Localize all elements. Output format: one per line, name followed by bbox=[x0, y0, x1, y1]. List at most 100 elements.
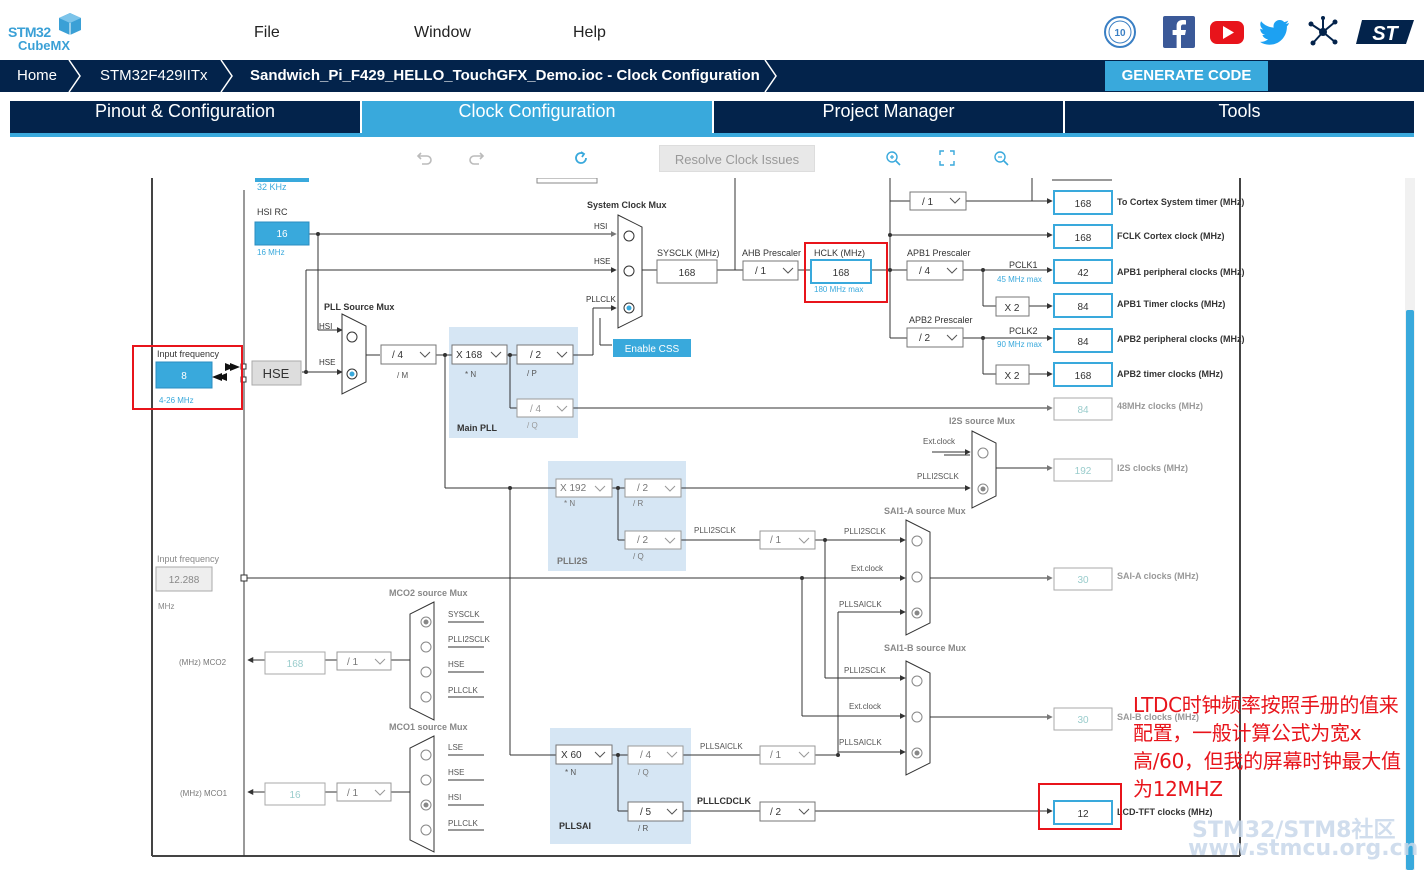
undo-icon[interactable] bbox=[414, 148, 434, 168]
saia-mux-ext-radio[interactable] bbox=[911, 571, 923, 583]
fit-screen-icon[interactable] bbox=[937, 148, 957, 168]
pllsai-sai-divider-select[interactable] bbox=[759, 745, 816, 765]
pllsai-n-label: * N bbox=[565, 768, 576, 777]
sys-mux-hsi-radio[interactable] bbox=[623, 230, 635, 242]
i2s-source-mux bbox=[971, 430, 997, 509]
anniversary-badge-icon[interactable]: 10 bbox=[1102, 14, 1138, 50]
mco2-hse-label: HSE bbox=[448, 660, 464, 669]
output-label: APB1 Timer clocks (MHz) bbox=[1117, 299, 1225, 309]
network-icon[interactable] bbox=[1305, 14, 1341, 50]
plli2s-q-value: / 2 bbox=[637, 535, 649, 546]
hse-input-frequency-value: 8 bbox=[181, 371, 187, 382]
scrollbar-thumb[interactable] bbox=[1406, 310, 1414, 870]
pll-p-value: / 2 bbox=[530, 350, 542, 361]
pllsai-q-select[interactable] bbox=[627, 745, 684, 765]
twitter-icon[interactable] bbox=[1256, 14, 1292, 50]
mco1-lse-radio[interactable] bbox=[420, 749, 432, 761]
breadcrumb-home[interactable]: Home bbox=[17, 67, 57, 84]
ext-input-unit: MHz bbox=[158, 602, 174, 611]
apb2-timer-multiplier-value: X 2 bbox=[1004, 371, 1019, 382]
menu-file[interactable]: File bbox=[254, 24, 280, 42]
tab-clock-configuration[interactable]: Clock Configuration bbox=[362, 101, 712, 133]
refresh-icon[interactable] bbox=[571, 148, 591, 168]
ahb-prescaler-select[interactable] bbox=[742, 260, 799, 281]
mco1-hse-label: HSE bbox=[448, 768, 464, 777]
tab-tools[interactable]: Tools bbox=[1065, 101, 1414, 133]
apb1-prescaler-title: APB1 Prescaler bbox=[907, 248, 971, 258]
resolve-clock-issues-button[interactable]: Resolve Clock Issues bbox=[659, 145, 815, 172]
pll-source-hsi-radio[interactable] bbox=[346, 331, 358, 343]
mco1-divider-value: / 1 bbox=[347, 788, 359, 799]
saib-mux-ext-radio[interactable] bbox=[911, 711, 923, 723]
output-label: APB2 peripheral clocks (MHz) bbox=[1117, 334, 1245, 344]
sai1b-source-mux-title: SAI1-B source Mux bbox=[884, 643, 966, 653]
svg-text:ST: ST bbox=[1372, 23, 1399, 45]
mco2-pllclk-label: PLLCLK bbox=[448, 686, 478, 695]
zoom-out-icon[interactable] bbox=[991, 148, 1011, 168]
saia-mux-plli2s-radio[interactable] bbox=[911, 535, 923, 547]
output-label: SAI-A clocks (MHz) bbox=[1117, 571, 1199, 581]
mco1-output-value: 16 bbox=[289, 790, 301, 801]
apb1-timer-multiplier-value: X 2 bbox=[1004, 303, 1019, 314]
i2s-mux-ext-radio[interactable] bbox=[977, 447, 989, 459]
redo-icon[interactable] bbox=[467, 148, 487, 168]
lcd-tft-output: 12 LCD-TFT clocks (MHz) bbox=[1053, 800, 1213, 825]
i2s-mux-plli2sclk-label: PLLI2SCLK bbox=[917, 472, 959, 481]
menu-help[interactable]: Help bbox=[573, 24, 606, 42]
output-value: 168 bbox=[1075, 199, 1092, 210]
mco1-pllclk-radio[interactable] bbox=[420, 824, 432, 836]
plli2s-title: PLLI2S bbox=[557, 556, 588, 566]
generate-code-button[interactable]: GENERATE CODE bbox=[1105, 61, 1268, 91]
output-value: 12 bbox=[1077, 809, 1089, 820]
mco2-hse-radio[interactable] bbox=[420, 666, 432, 678]
annotation-note: LTDC时钟频率按照手册的值来配置，一般计算公式为宽x高/60，但我的屏幕时钟最… bbox=[1133, 693, 1401, 801]
sys-mux-hse-radio[interactable] bbox=[623, 265, 635, 277]
saib-mux-plli2sclk-label: PLLI2SCLK bbox=[844, 666, 886, 675]
cortex-timer-output: 168 To Cortex System timer (MHz) bbox=[1053, 190, 1244, 215]
zoom-in-icon[interactable] bbox=[883, 148, 903, 168]
i2s-output: 192 I2S clocks (MHz) bbox=[1053, 458, 1188, 482]
sai-a-output: 30 SAI-A clocks (MHz) bbox=[1053, 567, 1199, 591]
saib-mux-plli2s-radio[interactable] bbox=[911, 675, 923, 687]
plli2sclk-wire-label: PLLI2SCLK bbox=[694, 526, 736, 535]
ahb-prescaler-title: AHB Prescaler bbox=[742, 248, 801, 258]
mco1-hse-radio[interactable] bbox=[420, 774, 432, 786]
pll-p-label: / P bbox=[527, 369, 537, 378]
watermark-line2: www.stmcu.org.cn bbox=[1188, 836, 1419, 861]
facebook-icon[interactable] bbox=[1161, 14, 1197, 50]
pllsai-r-value: / 5 bbox=[640, 807, 652, 818]
output-label: APB2 timer clocks (MHz) bbox=[1117, 369, 1223, 379]
breadcrumb-project[interactable]: Sandwich_Pi_F429_HELLO_TouchGFX_Demo.ioc… bbox=[250, 67, 760, 84]
youtube-icon[interactable] bbox=[1209, 14, 1245, 50]
mco1-source-mux-title: MCO1 source Mux bbox=[389, 722, 468, 732]
lse-freq-label: 32 KHz bbox=[257, 182, 287, 192]
mco1-lse-label: LSE bbox=[448, 743, 463, 752]
breadcrumb-mcu[interactable]: STM32F429IITx bbox=[100, 67, 208, 84]
mco1-hsi-label: HSI bbox=[448, 793, 461, 802]
pclk1-label: PCLK1 bbox=[1009, 260, 1038, 270]
pll-n-value: X 168 bbox=[456, 350, 483, 361]
48mhz-output: 84 48MHz clocks (MHz) bbox=[1053, 397, 1203, 421]
st-logo-icon[interactable]: ST bbox=[1354, 14, 1416, 50]
saia-mux-pllsaiclk-label: PLLSAICLK bbox=[839, 600, 882, 609]
output-value: 84 bbox=[1077, 405, 1089, 416]
svg-text:10: 10 bbox=[1114, 28, 1126, 39]
output-value: 192 bbox=[1075, 466, 1092, 477]
pclk2-label: PCLK2 bbox=[1009, 326, 1038, 336]
pll-source-mux-title: PLL Source Mux bbox=[324, 302, 394, 312]
pllsai-title: PLLSAI bbox=[559, 821, 591, 831]
output-value: 168 bbox=[1075, 233, 1092, 244]
sysclk-value: 168 bbox=[679, 268, 696, 279]
tab-pinout-configuration[interactable]: Pinout & Configuration bbox=[10, 101, 360, 133]
hse-range-label: 4-26 MHz bbox=[159, 396, 194, 405]
tab-project-manager[interactable]: Project Manager bbox=[714, 101, 1063, 133]
menu-window[interactable]: Window bbox=[414, 24, 471, 42]
ahb-prescaler-value: / 1 bbox=[755, 266, 767, 277]
saib-mux-pllsaiclk-label: PLLSAICLK bbox=[839, 738, 882, 747]
plli2s-sai-divider-value: / 1 bbox=[770, 535, 782, 546]
mco2-pllclk-radio[interactable] bbox=[420, 691, 432, 703]
sys-mux-hse-label: HSE bbox=[594, 257, 610, 266]
mco2-plli2s-radio[interactable] bbox=[420, 641, 432, 653]
stm32cubemx-logo: STM32 CubeMX bbox=[6, 12, 86, 56]
pll-m-label: / M bbox=[397, 371, 408, 380]
